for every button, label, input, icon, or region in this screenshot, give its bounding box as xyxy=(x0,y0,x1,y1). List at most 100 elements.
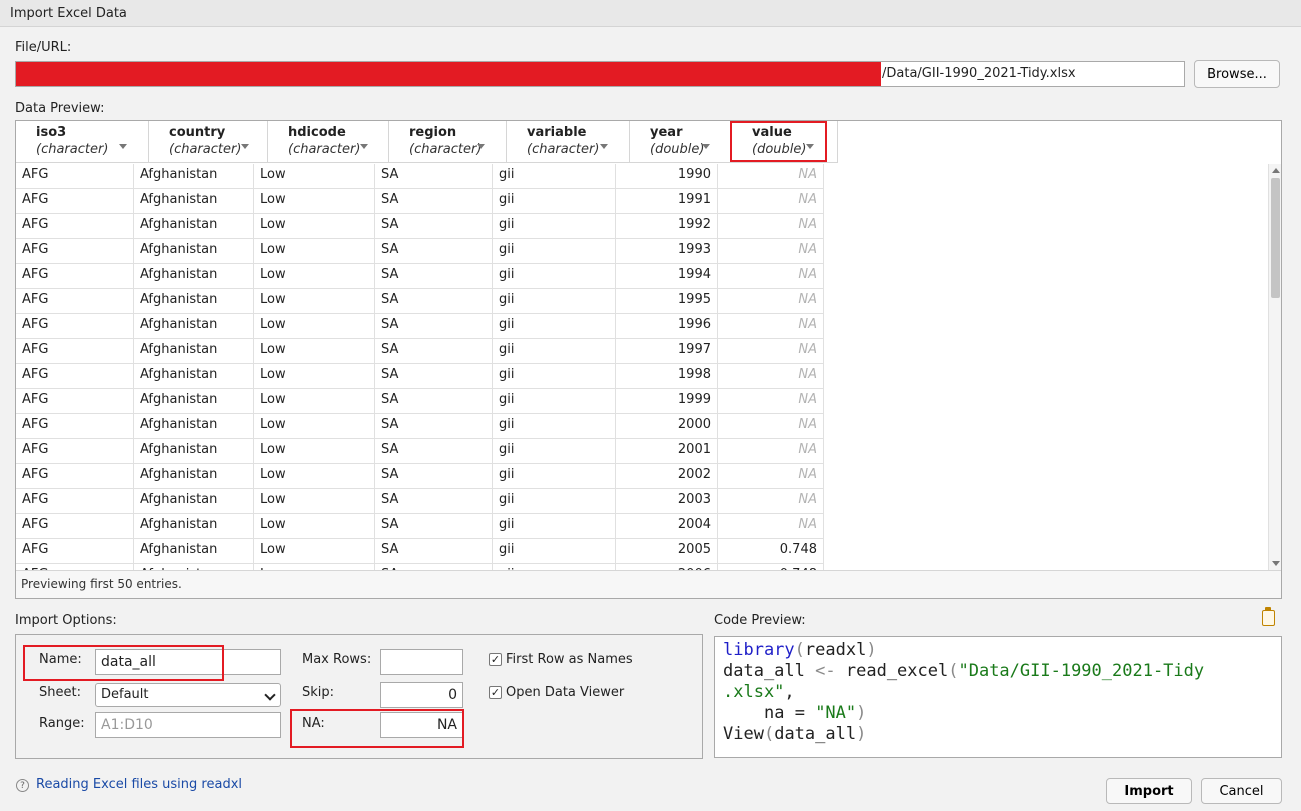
table-cell: NA xyxy=(718,264,824,288)
table-cell: AFG xyxy=(16,464,134,488)
table-cell: Low xyxy=(254,489,375,513)
table-cell: gii xyxy=(493,214,616,238)
table-row: AFG Afghanistan Low SA gii 1998 NA xyxy=(16,364,824,389)
sheet-select[interactable]: Default xyxy=(95,683,281,707)
column-type-dropdown-icon[interactable] xyxy=(806,144,814,149)
na-input[interactable]: NA xyxy=(380,712,463,738)
table-cell: Low xyxy=(254,539,375,563)
table-row: AFG Afghanistan Low SA gii 1994 NA xyxy=(16,264,824,289)
table-cell: Afghanistan xyxy=(134,314,254,338)
table-cell: NA xyxy=(718,389,824,413)
table-cell: Afghanistan xyxy=(134,389,254,413)
table-cell: SA xyxy=(375,189,493,213)
chevron-down-icon xyxy=(264,689,276,701)
column-type-dropdown-icon[interactable] xyxy=(241,144,249,149)
table-cell: gii xyxy=(493,514,616,538)
table-row: AFG Afghanistan Low SA gii 1991 NA xyxy=(16,189,824,214)
readxl-help-link[interactable]: Reading Excel files using readxl xyxy=(36,777,242,792)
table-row: AFG Afghanistan Low SA gii 1997 NA xyxy=(16,339,824,364)
table-cell: AFG xyxy=(16,364,134,388)
sheet-label: Sheet: xyxy=(39,685,81,700)
open-viewer-label: Open Data Viewer xyxy=(506,685,625,700)
table-cell: AFG xyxy=(16,289,134,313)
column-header-variable[interactable]: variable (character) xyxy=(507,121,630,163)
clipboard-icon[interactable] xyxy=(1262,607,1275,626)
range-label: Range: xyxy=(39,716,85,731)
table-cell: Low xyxy=(254,389,375,413)
table-cell: gii xyxy=(493,339,616,363)
table-cell: NA xyxy=(718,514,824,538)
first-row-checkbox[interactable]: ✓ xyxy=(489,653,502,666)
column-header-iso3[interactable]: iso3 (character) xyxy=(16,121,149,163)
max-rows-input[interactable] xyxy=(380,649,463,675)
table-cell: gii xyxy=(493,264,616,288)
table-cell: SA xyxy=(375,464,493,488)
table-cell: Afghanistan xyxy=(134,239,254,263)
table-cell: Low xyxy=(254,514,375,538)
browse-button[interactable]: Browse... xyxy=(1194,60,1280,88)
table-cell: NA xyxy=(718,189,824,213)
table-cell: gii xyxy=(493,539,616,563)
table-cell: 2005 xyxy=(616,539,718,563)
table-cell: Low xyxy=(254,264,375,288)
open-viewer-checkbox[interactable]: ✓ xyxy=(489,686,502,699)
column-type-dropdown-icon[interactable] xyxy=(119,144,127,149)
table-cell: Afghanistan xyxy=(134,489,254,513)
skip-input[interactable]: 0 xyxy=(380,682,463,708)
table-cell: gii xyxy=(493,414,616,438)
column-header-year[interactable]: year (double) xyxy=(630,121,732,163)
code-line-4: na = "NA") xyxy=(763,703,867,723)
column-header-hdicode[interactable]: hdicode (character) xyxy=(268,121,389,163)
table-cell: Afghanistan xyxy=(134,539,254,563)
table-cell: 2003 xyxy=(616,489,718,513)
code-preview-label: Code Preview: xyxy=(714,613,806,628)
scroll-up-icon[interactable] xyxy=(1272,168,1280,173)
code-line-2: data_all <- read_excel("Data/GII-1990_20… xyxy=(723,661,1205,681)
scroll-thumb[interactable] xyxy=(1271,178,1280,298)
table-cell: SA xyxy=(375,539,493,563)
table-row: AFG Afghanistan Low SA gii 1996 NA xyxy=(16,314,824,339)
table-row: AFG Afghanistan Low SA gii 1992 NA xyxy=(16,214,824,239)
table-cell: SA xyxy=(375,364,493,388)
column-name: country xyxy=(169,125,226,140)
table-cell: 2002 xyxy=(616,464,718,488)
table-cell: 2001 xyxy=(616,439,718,463)
data-preview-label: Data Preview: xyxy=(15,101,105,116)
table-cell: Afghanistan xyxy=(134,439,254,463)
table-cell: Afghanistan xyxy=(134,364,254,388)
vertical-scrollbar[interactable] xyxy=(1268,164,1281,570)
column-type-dropdown-icon[interactable] xyxy=(600,144,608,149)
import-button[interactable]: Import xyxy=(1106,778,1192,804)
table-cell: Low xyxy=(254,414,375,438)
table-cell: gii xyxy=(493,364,616,388)
file-url-input[interactable]: /Data/GII-1990_2021-Tidy.xlsx xyxy=(15,61,1185,87)
table-cell: AFG xyxy=(16,514,134,538)
table-cell: Low xyxy=(254,289,375,313)
table-cell: AFG xyxy=(16,439,134,463)
column-type-dropdown-icon[interactable] xyxy=(360,144,368,149)
scroll-down-icon[interactable] xyxy=(1272,561,1280,566)
column-name: year xyxy=(650,125,683,140)
table-row: AFG Afghanistan Low SA gii 2003 NA xyxy=(16,489,824,514)
cancel-button[interactable]: Cancel xyxy=(1201,778,1282,804)
column-header-value[interactable]: value (double) xyxy=(732,121,838,163)
column-header-country[interactable]: country (character) xyxy=(149,121,268,163)
window-title: Import Excel Data xyxy=(10,6,127,21)
code-preview-box: library(readxl) data_all <- read_excel("… xyxy=(714,636,1282,758)
table-cell: AFG xyxy=(16,239,134,263)
column-header-region[interactable]: region (character) xyxy=(389,121,507,163)
table-cell: NA xyxy=(718,489,824,513)
column-type-dropdown-icon[interactable] xyxy=(477,144,485,149)
name-input[interactable]: data_all xyxy=(95,649,281,675)
table-cell: Low xyxy=(254,314,375,338)
table-cell: AFG xyxy=(16,189,134,213)
data-preview-panel: iso3 (character) country (character) hdicode… xyxy=(15,120,1282,599)
column-type-dropdown-icon[interactable] xyxy=(702,144,710,149)
table-cell: 1996 xyxy=(616,314,718,338)
table-cell: Low xyxy=(254,439,375,463)
range-input[interactable]: A1:D10 xyxy=(95,712,281,738)
table-cell: 1998 xyxy=(616,364,718,388)
table-cell: Low xyxy=(254,339,375,363)
table-cell: Low xyxy=(254,239,375,263)
table-cell: NA xyxy=(718,414,824,438)
